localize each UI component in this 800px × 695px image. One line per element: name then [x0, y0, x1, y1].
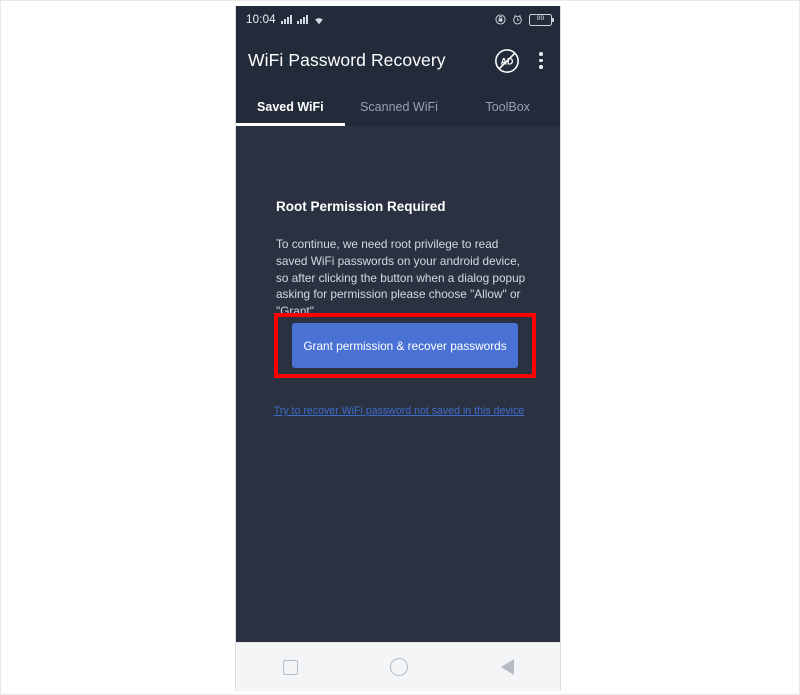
tab-toolbox-label: ToolBox — [485, 100, 530, 114]
tab-scanned-wifi[interactable]: Scanned WiFi — [345, 88, 454, 126]
phone-screen: 10:04 89 WiFi Password Recovery Saved Wi… — [235, 6, 561, 691]
app-title: WiFi Password Recovery — [248, 50, 446, 70]
location-icon — [495, 14, 506, 25]
wifi-icon — [314, 17, 323, 24]
signal-bars-icon — [280, 15, 292, 24]
screenshot-frame: 10:04 89 WiFi Password Recovery Saved Wi… — [0, 0, 800, 695]
android-nav-bar — [236, 642, 560, 691]
recents-square-icon — [282, 659, 298, 675]
battery-indicator: 89 — [529, 13, 554, 26]
tab-saved-wifi[interactable]: Saved WiFi — [236, 88, 345, 126]
home-circle-icon — [389, 658, 408, 676]
grant-permission-button[interactable]: Grant permission & recover passwords — [292, 323, 518, 368]
main-content: Root Permission Required To continue, we… — [236, 126, 560, 643]
back-button[interactable] — [485, 644, 531, 690]
back-triangle-icon — [501, 659, 515, 675]
battery-level: 89 — [536, 15, 545, 23]
tab-bar: Saved WiFi Scanned WiFi ToolBox — [236, 88, 560, 126]
status-time: 10:04 — [246, 13, 276, 26]
home-button[interactable] — [376, 644, 422, 690]
description-text: To continue, we need root privilege to r… — [276, 237, 526, 318]
recents-button[interactable] — [267, 644, 313, 690]
signal-bars-icon-2 — [296, 15, 308, 24]
status-bar-left: 10:04 — [246, 14, 325, 26]
no-ads-icon[interactable]: AD — [494, 48, 520, 74]
alarm-icon — [513, 14, 522, 25]
tab-scanned-wifi-label: Scanned WiFi — [360, 100, 438, 114]
tab-saved-wifi-label: Saved WiFi — [257, 100, 324, 114]
app-bar: WiFi Password Recovery AD — [236, 33, 560, 88]
recover-unsaved-password-link[interactable]: Try to recover WiFi password not saved i… — [236, 405, 560, 417]
page-title: Root Permission Required — [276, 199, 446, 214]
tab-toolbox[interactable]: ToolBox — [453, 88, 560, 126]
status-bar: 10:04 89 — [236, 6, 560, 33]
status-bar-right: 89 — [495, 13, 554, 26]
overflow-menu-icon[interactable] — [532, 49, 550, 73]
